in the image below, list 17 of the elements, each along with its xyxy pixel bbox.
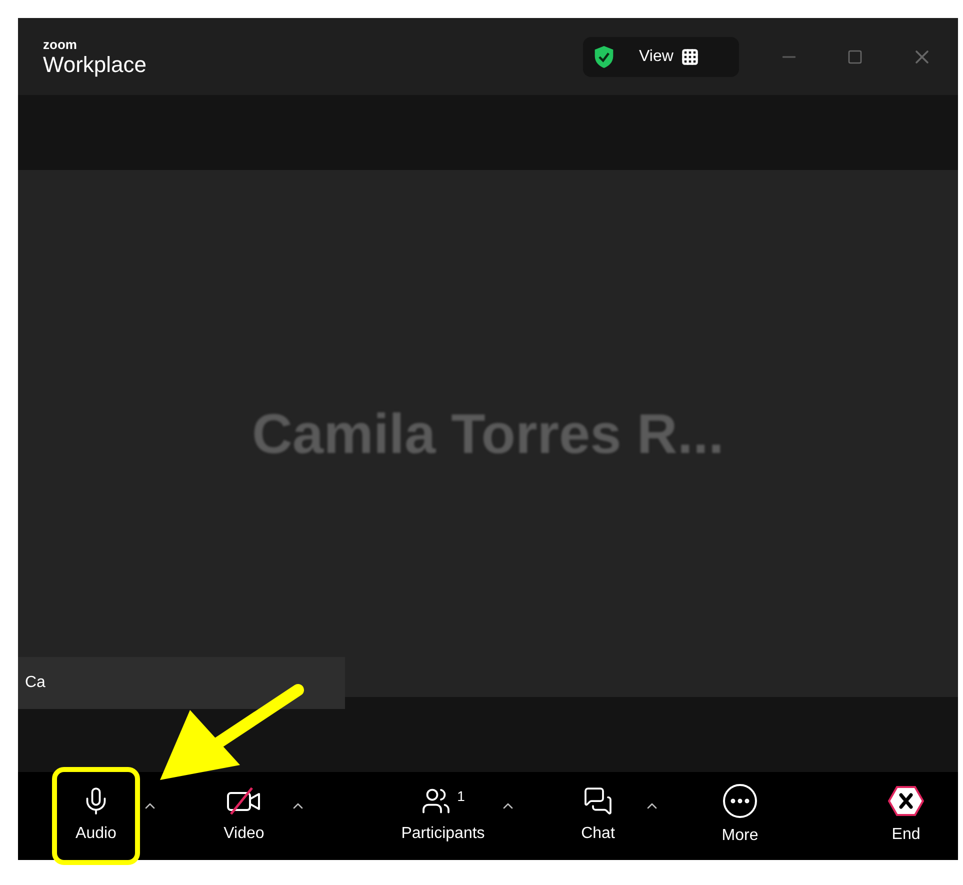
audio-button[interactable]: Audio	[52, 767, 140, 865]
people-icon	[421, 786, 452, 816]
more-icon	[723, 784, 757, 818]
brand-text: Workplace	[43, 54, 147, 76]
video-button[interactable]: Video	[200, 767, 288, 865]
more-button[interactable]: More	[696, 767, 784, 865]
maximize-icon[interactable]	[847, 48, 863, 64]
chat-bubbles-icon	[583, 786, 613, 816]
brand-small-text: zoom	[43, 38, 78, 50]
grid-icon	[681, 48, 700, 66]
participant-count: 1	[457, 787, 465, 806]
participants-button[interactable]: 1 Participants	[388, 767, 498, 865]
end-hexagon-icon	[888, 785, 924, 817]
view-button[interactable]: View	[639, 44, 700, 68]
end-button[interactable]: End	[862, 767, 950, 865]
name-tag-text: Ca	[25, 673, 46, 693]
chat-button[interactable]: Chat	[554, 767, 642, 865]
